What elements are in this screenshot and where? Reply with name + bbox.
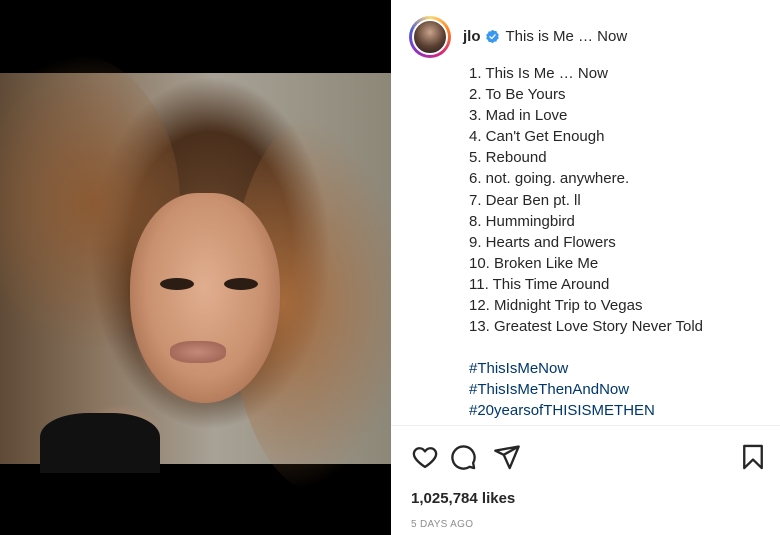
hashtags: #ThisIsMeNow #ThisIsMeThenAndNow #20year… xyxy=(469,358,769,421)
list-item: 5. Rebound xyxy=(469,149,547,167)
hashtag-link[interactable]: #20yearsofTHISISMETHEN xyxy=(469,400,769,421)
list-item: 1. This Is Me … Now xyxy=(469,65,608,82)
hashtag-link[interactable]: #ThisIsMeThenAndNow xyxy=(469,379,769,400)
post-media[interactable] xyxy=(0,0,391,535)
list-item: 2. To Be Yours xyxy=(469,86,566,104)
username-link[interactable]: jlo xyxy=(463,28,481,45)
list-item: 10. Broken Like Me xyxy=(469,254,599,272)
caption: 1. This Is Me … Now 2. To Be Yours 3. Ma… xyxy=(469,63,769,422)
list-item: 3. Mad in Love xyxy=(469,107,568,125)
list-item: 8. Hummingbird xyxy=(469,212,575,230)
comment-icon xyxy=(451,445,476,470)
action-bar xyxy=(409,441,765,473)
list-item: 7. Dear Ben pt. ll xyxy=(469,191,581,209)
like-button[interactable] xyxy=(409,441,441,473)
save-button[interactable] xyxy=(737,441,769,473)
share-icon xyxy=(494,445,520,470)
post-details: jlo This is Me … Now 1. This Is Me … Now… xyxy=(391,0,780,535)
tracklist: 1. This Is Me … Now 2. To Be Yours 3. Ma… xyxy=(469,63,769,337)
divider xyxy=(391,425,780,426)
list-item: 4. Can't Get Enough xyxy=(469,128,605,146)
list-item: 6. not. going. anywhere. xyxy=(469,170,630,188)
post-title: This is Me … Now xyxy=(505,28,628,45)
post-photo[interactable] xyxy=(0,53,391,493)
share-button[interactable] xyxy=(491,441,523,473)
likes-count[interactable]: 1,025,784 likes xyxy=(411,490,515,507)
list-item: 11. This Time Around xyxy=(469,275,610,293)
bookmark-icon xyxy=(743,444,763,470)
comment-button[interactable] xyxy=(447,441,479,473)
list-item: 13. Greatest Love Story Never Told xyxy=(469,318,704,336)
list-item: 9. Hearts and Flowers xyxy=(469,233,616,251)
heart-icon xyxy=(412,447,438,469)
verified-badge-icon xyxy=(485,29,500,44)
avatar[interactable] xyxy=(409,15,451,58)
hashtag-link[interactable]: #ThisIsMeNow xyxy=(469,358,769,379)
list-item: 12. Midnight Trip to Vegas xyxy=(469,297,643,315)
post-timestamp[interactable]: 5 DAYS AGO xyxy=(411,519,473,530)
